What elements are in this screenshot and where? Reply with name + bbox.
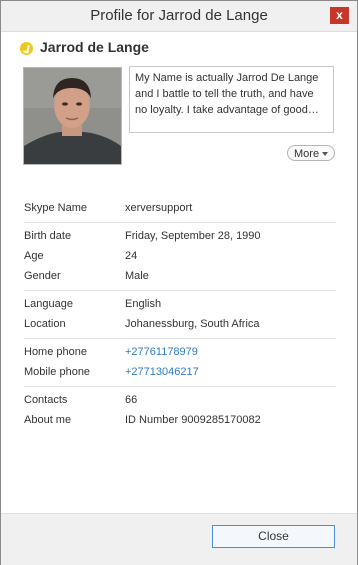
more-button[interactable]: More [287,145,335,161]
contacts-label: Contacts [24,394,68,406]
mobile-phone-link[interactable]: +27713046217 [125,366,199,378]
mood-text: My Name is actually Jarrod De Lange and … [135,72,319,116]
home-phone-label: Home phone [24,346,87,358]
skype-name-value: xerversupport [125,202,193,214]
gender-value: Male [125,270,149,282]
detail-row-gender: Gender Male [24,267,336,287]
detail-row-birth-date: Birth date Friday, September 28, 1990 [24,227,336,247]
detail-row-about-me: About me ID Number 9009285170082 [24,411,336,431]
avatar-photo-icon [24,68,121,164]
location-value: Johanessburg, South Africa [125,318,260,330]
mobile-phone-label: Mobile phone [24,366,91,378]
away-status-icon [20,42,33,55]
close-button[interactable]: Close [212,525,335,548]
title-bar: Profile for Jarrod de Lange x [1,1,357,32]
avatar [23,67,122,165]
location-label: Location [24,318,66,330]
divider [24,386,336,387]
language-label: Language [24,298,73,310]
skype-name-label: Skype Name [24,202,87,214]
profile-name: Jarrod de Lange [40,39,149,55]
contacts-value: 66 [125,394,138,406]
detail-row-mobile-phone: Mobile phone +27713046217 [24,363,336,383]
language-value: English [125,298,162,310]
profile-details: Skype Name xerversupport Birth date Frid… [24,199,336,431]
divider [24,222,336,223]
divider [24,338,336,339]
mood-message: My Name is actually Jarrod De Lange and … [129,66,334,133]
window-close-button[interactable]: x [330,7,349,24]
detail-row-contacts: Contacts 66 [24,391,336,411]
detail-row-language: Language English [24,295,336,315]
gender-label: Gender [24,270,61,282]
detail-row-home-phone: Home phone +27761178979 [24,343,336,363]
profile-window: Profile for Jarrod de Lange x Jarrod de … [0,0,358,565]
birth-date-label: Birth date [24,230,72,242]
detail-row-skype-name: Skype Name xerversupport [24,199,336,219]
home-phone-link[interactable]: +27761178979 [125,346,198,358]
divider [24,290,336,291]
age-label: Age [24,250,44,262]
dialog-footer: Close [1,513,357,565]
detail-row-age: Age 24 [24,247,336,267]
birth-date-value: Friday, September 28, 1990 [125,230,261,242]
detail-row-location: Location Johanessburg, South Africa [24,315,336,335]
about-me-label: About me [24,414,72,426]
window-title: Profile for Jarrod de Lange [90,7,268,24]
about-me-value: ID Number 9009285170082 [125,414,261,426]
age-value: 24 [125,250,138,262]
